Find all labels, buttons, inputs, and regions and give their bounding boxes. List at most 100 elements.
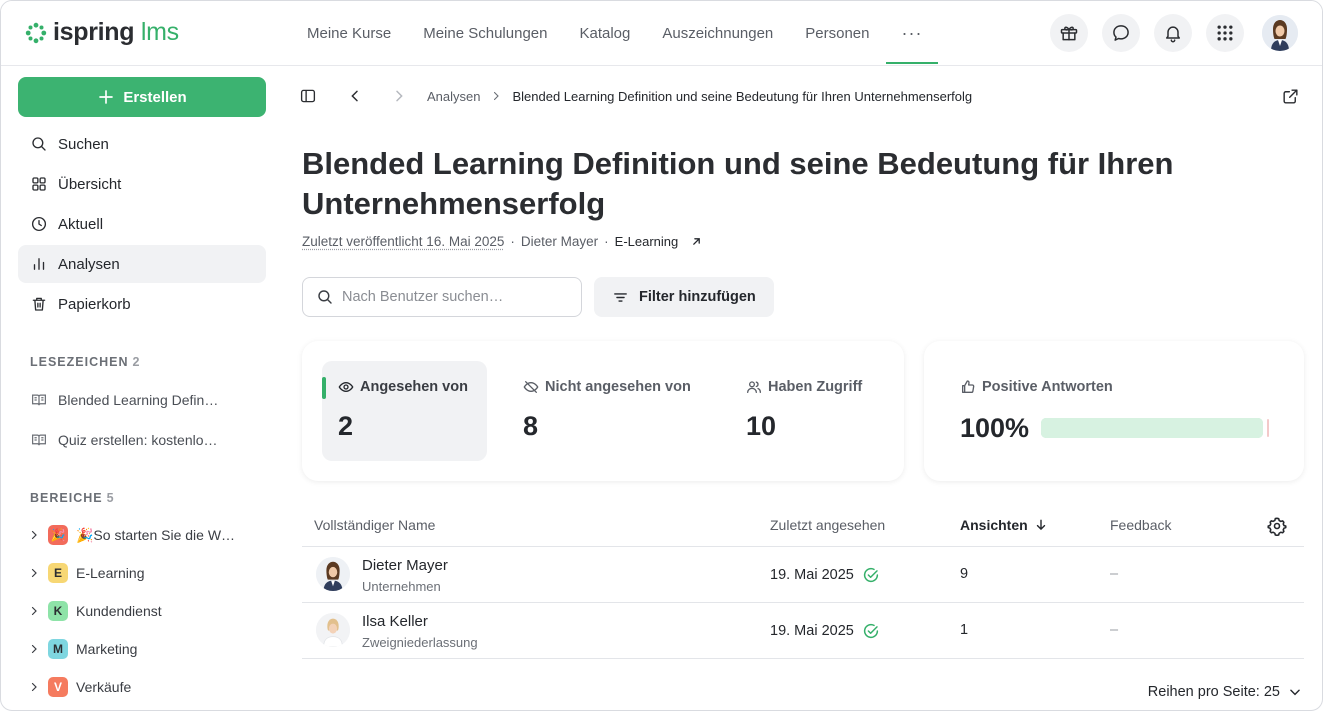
nav-more-button[interactable]: ··· bbox=[885, 1, 939, 65]
sidebar-item-analysen[interactable]: Analysen bbox=[18, 245, 266, 283]
sidebar-item-uebersicht[interactable]: Übersicht bbox=[18, 165, 266, 203]
search-input[interactable] bbox=[342, 289, 562, 305]
area-badge: M bbox=[48, 639, 68, 659]
settings-gear-icon[interactable] bbox=[1267, 516, 1287, 536]
chevron-right-icon[interactable] bbox=[28, 567, 40, 579]
sidebar-item-label: Aktuell bbox=[58, 215, 104, 233]
party-icon: 🎉 bbox=[48, 525, 68, 545]
table-row[interactable]: Ilsa Keller Zweigniederlassung 19. Mai 2… bbox=[302, 603, 1304, 659]
stat-access-value: 10 bbox=[746, 411, 777, 441]
col-views[interactable]: Ansichten bbox=[960, 517, 1048, 533]
bell-icon bbox=[1166, 26, 1180, 43]
stat-viewed[interactable]: Angesehen von 2 bbox=[322, 361, 487, 461]
stat-not-viewed-label-row: Nicht angesehen von bbox=[523, 379, 691, 395]
logo-mark-icon bbox=[25, 22, 47, 43]
main-content: Analysen Blended Learning Definition und… bbox=[283, 66, 1322, 710]
chevron-right-icon[interactable] bbox=[28, 605, 40, 617]
area-label: Marketing bbox=[76, 641, 138, 657]
sidebar-item-suchen[interactable]: Suchen bbox=[18, 125, 266, 163]
sidebar-item-aktuell[interactable]: Aktuell bbox=[18, 205, 266, 243]
area-item-marketing[interactable]: M Marketing bbox=[28, 639, 137, 659]
area-item-kundendienst[interactable]: K Kundendienst bbox=[28, 601, 162, 621]
back-arrow-icon[interactable] bbox=[347, 88, 363, 104]
page-title: Blended Learning Definition und seine Be… bbox=[302, 146, 1174, 221]
positive-value: 100% bbox=[960, 413, 1030, 443]
add-filter-button[interactable]: Filter hinzufügen bbox=[594, 277, 774, 317]
chevron-right-icon[interactable] bbox=[28, 681, 40, 693]
chat-icon bbox=[1113, 25, 1129, 41]
views-count: 9 bbox=[960, 566, 969, 582]
col-full-name[interactable]: Vollständiger Name bbox=[314, 517, 435, 533]
check-circle-icon bbox=[863, 567, 878, 583]
nav-personen[interactable]: Personen bbox=[789, 1, 885, 65]
feedback-value: – bbox=[1110, 566, 1119, 582]
user-avatar bbox=[316, 613, 350, 647]
user-name[interactable]: Dieter Mayer bbox=[362, 557, 448, 574]
sidebar-item-label: Analysen bbox=[58, 255, 120, 273]
thumbs-up-icon bbox=[962, 380, 975, 393]
apps-button[interactable] bbox=[1206, 14, 1244, 52]
col-last-viewed[interactable]: Zuletzt angesehen bbox=[770, 517, 885, 533]
breadcrumb: Analysen Blended Learning Definition und… bbox=[299, 84, 1302, 108]
area-badge: E bbox=[48, 563, 68, 583]
col-feedback[interactable]: Feedback bbox=[1110, 517, 1171, 533]
table-row[interactable]: Dieter Mayer Unternehmen 19. Mai 2025 9 … bbox=[302, 547, 1304, 603]
forward-arrow-icon[interactable] bbox=[391, 88, 407, 104]
user-department: Unternehmen bbox=[362, 579, 441, 594]
stat-access-label-row: Haben Zugriff bbox=[746, 379, 874, 395]
stat-access[interactable]: Haben Zugriff 10 bbox=[730, 361, 890, 461]
chevron-right-icon[interactable] bbox=[28, 529, 40, 541]
create-button-label: Erstellen bbox=[123, 88, 187, 106]
bookmarks-count: 2 bbox=[132, 355, 141, 369]
sidebar-item-label: Übersicht bbox=[58, 175, 122, 193]
nav-auszeichnungen[interactable]: Auszeichnungen bbox=[646, 1, 789, 65]
last-viewed-cell: 19. Mai 2025 bbox=[770, 566, 880, 584]
gift-icon bbox=[1060, 26, 1078, 41]
user-name[interactable]: Ilsa Keller bbox=[362, 613, 428, 630]
nav-katalog[interactable]: Katalog bbox=[563, 1, 646, 65]
nav-meine-kurse[interactable]: Meine Kurse bbox=[291, 1, 407, 65]
open-external-icon[interactable] bbox=[1281, 87, 1300, 106]
logo-text: ispring bbox=[53, 18, 135, 46]
sidebar-toggle-icon[interactable] bbox=[299, 87, 317, 105]
main-nav: Meine Kurse Meine Schulungen Katalog Aus… bbox=[291, 1, 939, 65]
last-viewed-date: 19. Mai 2025 bbox=[770, 623, 854, 639]
user-search[interactable] bbox=[302, 277, 582, 317]
rows-per-page-select[interactable]: Reihen pro Seite: 25 bbox=[1148, 684, 1302, 700]
nav-meine-schulungen[interactable]: Meine Schulungen bbox=[407, 1, 563, 65]
meta-separator: · bbox=[510, 234, 515, 249]
create-button[interactable]: Erstellen bbox=[18, 77, 266, 117]
areas-count: 5 bbox=[106, 491, 115, 505]
stat-not-viewed[interactable]: Nicht angesehen von 8 bbox=[507, 361, 707, 461]
area-badge: V bbox=[48, 677, 68, 697]
logo[interactable]: ispring lms bbox=[25, 18, 179, 47]
chevron-right-icon[interactable] bbox=[28, 643, 40, 655]
published-date[interactable]: Zuletzt veröffentlicht 16. Mai 2025 bbox=[302, 234, 504, 249]
positive-label: Positive Antworten bbox=[982, 379, 1113, 395]
search-icon bbox=[32, 137, 46, 151]
bookmark-label: Blended Learning Defin… bbox=[58, 392, 219, 408]
category-link[interactable]: E-Learning bbox=[615, 234, 679, 249]
area-item-verkaeufe[interactable]: V Verkäufe bbox=[28, 677, 131, 697]
last-viewed-cell: 19. Mai 2025 bbox=[770, 622, 880, 640]
area-item-e-learning[interactable]: E E-Learning bbox=[28, 563, 145, 583]
sort-down-icon bbox=[1036, 519, 1045, 531]
breadcrumb-analysen[interactable]: Analysen bbox=[427, 89, 480, 104]
chat-button[interactable] bbox=[1102, 14, 1140, 52]
arrow-up-right-icon[interactable] bbox=[690, 235, 703, 248]
gift-button[interactable] bbox=[1050, 14, 1088, 52]
sidebar-item-label: Papierkorb bbox=[58, 295, 131, 313]
author-name: Dieter Mayer bbox=[520, 234, 599, 249]
user-avatar-icon bbox=[316, 557, 350, 591]
sidebar-menu: Suchen Übersicht Aktuell Analysen Papier… bbox=[18, 125, 266, 325]
sidebar-item-papierkorb[interactable]: Papierkorb bbox=[18, 285, 266, 323]
user-avatar[interactable] bbox=[1262, 15, 1298, 51]
area-item-welcome[interactable]: 🎉 🎉So starten Sie die W… bbox=[28, 525, 235, 545]
positive-label-row: Positive Antworten bbox=[960, 379, 1113, 395]
logo-text-lms: lms bbox=[140, 18, 179, 46]
notifications-button[interactable] bbox=[1154, 14, 1192, 52]
bookmark-item[interactable]: Blended Learning Defin… bbox=[30, 391, 266, 409]
plus-icon bbox=[99, 90, 114, 104]
bookmark-item[interactable]: Quiz erstellen: kostenlo… bbox=[30, 431, 266, 449]
search-icon bbox=[318, 290, 332, 304]
